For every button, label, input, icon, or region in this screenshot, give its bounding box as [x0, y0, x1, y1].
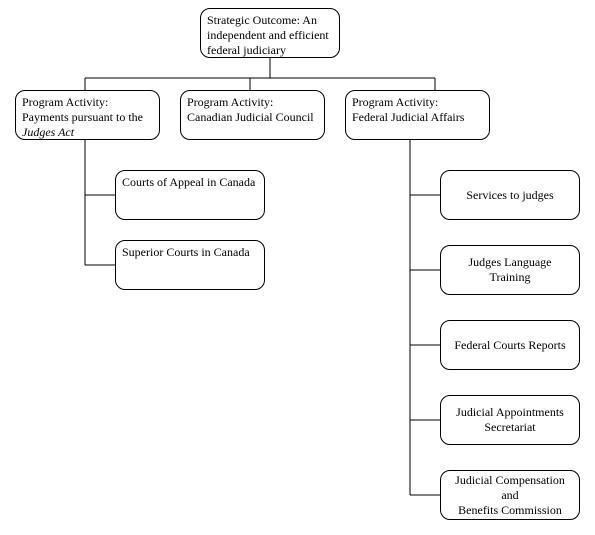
- language-training-label: Judges Language Training: [447, 255, 573, 285]
- compensation-box: Judicial Compensation and Benefits Commi…: [440, 470, 580, 520]
- services-judges-box: Services to judges: [440, 170, 580, 220]
- services-judges-label: Services to judges: [447, 188, 573, 203]
- strategic-outcome-box: Strategic Outcome: An independent and ef…: [200, 8, 340, 58]
- program-payments-line3: Judges Act: [22, 125, 153, 140]
- appointments-line1: Judicial Appointments: [447, 405, 573, 420]
- strategic-outcome-line2: independent and efficient: [207, 28, 333, 43]
- compensation-line2: Benefits Commission: [447, 503, 573, 518]
- superior-courts-box: Superior Courts in Canada: [115, 240, 265, 290]
- superior-courts-label: Superior Courts in Canada: [122, 245, 258, 260]
- program-council-line1: Program Activity:: [187, 95, 318, 110]
- strategic-outcome-line3: federal judiciary: [207, 43, 333, 58]
- compensation-line1: Judicial Compensation and: [447, 473, 573, 503]
- program-federal-box: Program Activity: Federal Judicial Affai…: [345, 90, 490, 140]
- language-training-box: Judges Language Training: [440, 245, 580, 295]
- appointments-box: Judicial Appointments Secretariat: [440, 395, 580, 445]
- program-federal-line1: Program Activity:: [352, 95, 483, 110]
- program-council-line2: Canadian Judicial Council: [187, 110, 318, 125]
- program-payments-line1: Program Activity:: [22, 95, 153, 110]
- program-payments-line2: Payments pursuant to the: [22, 110, 153, 125]
- strategic-outcome-line1: Strategic Outcome: An: [207, 13, 333, 28]
- appointments-line2: Secretariat: [447, 420, 573, 435]
- federal-reports-label: Federal Courts Reports: [447, 338, 573, 353]
- courts-appeal-box: Courts of Appeal in Canada: [115, 170, 265, 220]
- courts-appeal-label: Courts of Appeal in Canada: [122, 175, 258, 190]
- federal-reports-box: Federal Courts Reports: [440, 320, 580, 370]
- program-council-box: Program Activity: Canadian Judicial Coun…: [180, 90, 325, 140]
- program-payments-box: Program Activity: Payments pursuant to t…: [15, 90, 160, 140]
- program-federal-line2: Federal Judicial Affairs: [352, 110, 483, 125]
